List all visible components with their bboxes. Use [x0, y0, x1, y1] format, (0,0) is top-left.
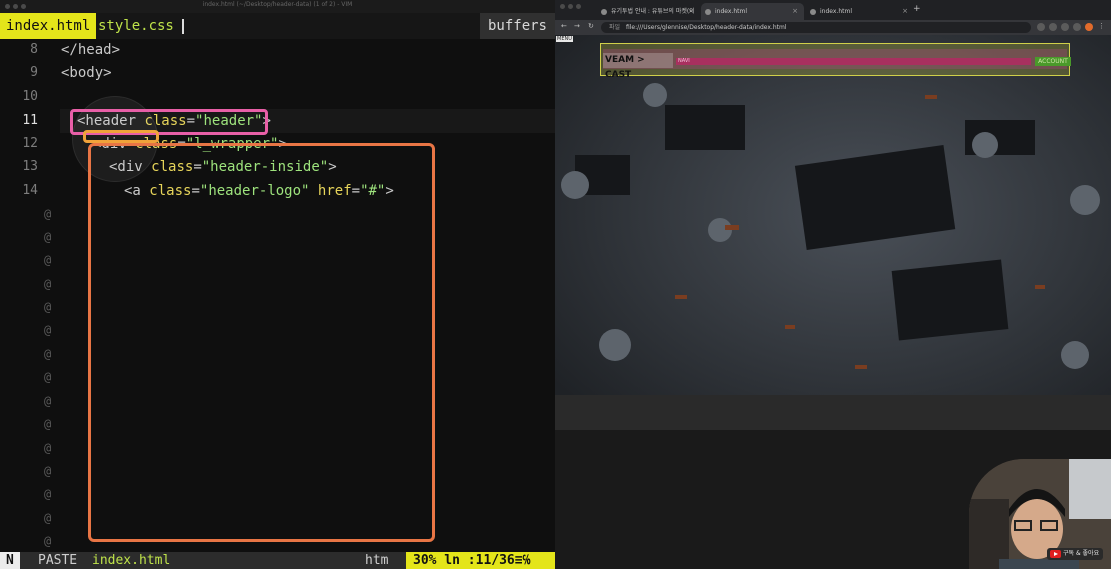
- page-debug-label: MENU: [556, 36, 573, 42]
- browser-tab[interactable]: index.html ×: [806, 3, 914, 20]
- empty-line-marker: @: [44, 347, 52, 361]
- line-number: 8: [30, 42, 38, 57]
- subscribe-like-badge: 구독 & 좋아요: [1047, 548, 1104, 560]
- back-icon[interactable]: ←: [561, 22, 567, 30]
- demo-logo[interactable]: VEAM > CAST: [603, 53, 673, 80]
- editor-tabbar: index.html style.css buffers: [0, 13, 555, 39]
- more-menu-icon[interactable]: ⋮: [1098, 22, 1105, 30]
- address-bar[interactable]: 파일 file:///Users/glennise/Desktop/header…: [601, 22, 1031, 33]
- browser-tab-label: index.html: [715, 8, 747, 15]
- file-scheme-label: 파일: [609, 24, 621, 31]
- empty-line-marker: @: [44, 323, 52, 337]
- new-tab-button[interactable]: +: [913, 4, 921, 14]
- empty-line-marker: @: [44, 487, 52, 501]
- maximize-window-icon[interactable]: [576, 4, 581, 9]
- buffers-label[interactable]: buffers: [479, 13, 555, 39]
- empty-line-marker: @: [44, 394, 52, 408]
- empty-line-marker: @: [44, 417, 52, 431]
- minimize-window-icon[interactable]: [568, 4, 573, 9]
- empty-line-marker: @: [44, 534, 52, 548]
- status-position: 30% ln :11/36≡℅ :16: [406, 552, 555, 569]
- empty-line-marker: @: [44, 370, 52, 384]
- rendered-page: MENU VEAM > CAST NAVI ACCOUNT: [555, 35, 1111, 430]
- code-line[interactable]: <body>: [61, 65, 112, 81]
- share-icon[interactable]: [1037, 23, 1045, 31]
- empty-line-marker: @: [44, 230, 52, 244]
- line-number: 12: [22, 136, 38, 151]
- demo-header: VEAM > CAST NAVI ACCOUNT: [600, 43, 1071, 80]
- subscribe-like-text: 구독 & 좋아요: [1063, 550, 1100, 557]
- tabline-cursor: [182, 19, 184, 34]
- bookmark-star-icon[interactable]: [1049, 23, 1057, 31]
- vim-statusline: N PASTE index.html htm 30% ln :11/36≡℅ :…: [0, 552, 555, 569]
- demo-account-button[interactable]: ACCOUNT: [1035, 57, 1071, 66]
- empty-line-marker: @: [44, 300, 52, 314]
- globe-icon: [705, 9, 711, 15]
- wrapper-content-highlight-box: [88, 143, 435, 542]
- line-number-gutter: 8 9 10 11 12 13 14 @ @ @ @ @ @ @ @ @ @ @…: [0, 39, 60, 552]
- editor-window-title: index.html (~/Desktop/header-data) (1 of…: [202, 1, 353, 8]
- youtube-icon: [1050, 550, 1061, 558]
- globe-icon: [601, 9, 607, 15]
- line-number-current: 11: [22, 113, 38, 128]
- browser-tabstrip: 유기투법 안내 : 유튜브의 마켓(이벤트 × index.html × ind…: [555, 0, 1111, 32]
- empty-line-marker: @: [44, 277, 52, 291]
- line-number: 9: [30, 65, 38, 80]
- browser-window: 유기투법 안내 : 유튜브의 마켓(이벤트 × index.html × ind…: [555, 0, 1111, 430]
- tab-style-css[interactable]: style.css: [92, 13, 180, 39]
- extensions-icon[interactable]: [1061, 23, 1069, 31]
- line-number: 13: [22, 159, 38, 174]
- close-window-icon[interactable]: [560, 4, 565, 9]
- globe-icon: [810, 9, 816, 15]
- status-filetype: htm: [365, 553, 389, 568]
- close-tab-icon[interactable]: ×: [688, 3, 694, 20]
- sidebar-icon[interactable]: [1073, 23, 1081, 31]
- empty-line-marker: @: [44, 253, 52, 267]
- wrapper-tag-highlight-box: [83, 130, 159, 143]
- demo-header-inside: VEAM > CAST NAVI ACCOUNT: [603, 49, 1071, 80]
- browser-tab-active[interactable]: index.html ×: [701, 3, 804, 20]
- editor-titlebar: index.html (~/Desktop/header-data) (1 of…: [0, 0, 555, 13]
- status-mode: N: [0, 552, 20, 569]
- empty-line-marker: @: [44, 511, 52, 525]
- vim-editor: index.html (~/Desktop/header-data) (1 of…: [0, 0, 555, 569]
- tab-index-html[interactable]: index.html: [0, 13, 97, 39]
- browser-tab[interactable]: 유기투법 안내 : 유튜브의 마켓(이벤트 ×: [597, 3, 700, 32]
- code-line[interactable]: </head>: [61, 42, 120, 58]
- line-number: 14: [22, 183, 38, 198]
- forward-icon[interactable]: →: [574, 22, 580, 30]
- demo-nav[interactable]: NAVI: [676, 58, 1031, 65]
- empty-line-marker: @: [44, 464, 52, 478]
- address-url: file:///Users/glennise/Desktop/header-da…: [625, 24, 787, 31]
- line-number: 10: [22, 89, 38, 104]
- status-filename: index.html: [92, 553, 171, 568]
- browser-tab-label: index.html: [820, 8, 852, 15]
- browser-toolbar: ← → ↻ 파일 file:///Users/glennise/Desktop/…: [555, 20, 1111, 35]
- reload-icon[interactable]: ↻: [588, 22, 594, 30]
- empty-line-marker: @: [44, 441, 52, 455]
- status-paste: PASTE: [38, 553, 78, 568]
- circuit-board-background: [555, 35, 1111, 430]
- profile-avatar[interactable]: [1085, 23, 1093, 31]
- close-tab-icon[interactable]: ×: [902, 3, 908, 20]
- close-tab-icon[interactable]: ×: [792, 3, 798, 20]
- empty-line-marker: @: [44, 207, 52, 221]
